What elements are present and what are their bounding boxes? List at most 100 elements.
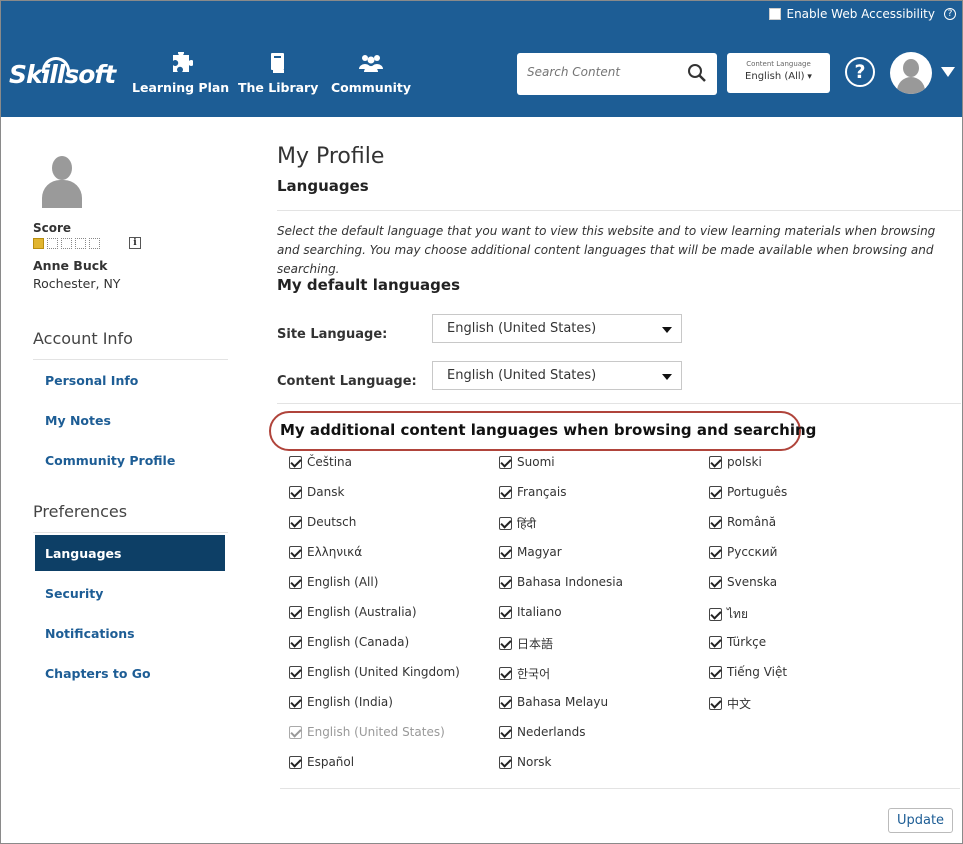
language-option-label: 한국어 [517,667,551,681]
checkbox-checked-icon[interactable] [499,575,512,589]
user-avatar[interactable] [890,52,932,94]
search-input[interactable] [527,65,677,79]
book-icon [238,52,318,74]
account-info-heading: Account Info [33,329,133,348]
language-option[interactable]: Português [709,485,787,499]
language-option[interactable]: polski [709,455,762,469]
checkbox-checked-icon[interactable] [289,455,302,469]
checkbox-checked-icon[interactable] [289,755,302,769]
language-option[interactable]: 中文 [709,695,751,712]
checkbox-checked-icon[interactable] [289,575,302,589]
language-option[interactable]: Dansk [289,485,344,499]
language-option[interactable]: Italiano [499,605,562,619]
language-option[interactable]: English (Australia) [289,605,417,619]
language-option: English (United States) [289,725,445,739]
checkbox-checked-icon[interactable] [499,637,512,650]
user-menu-caret-icon[interactable] [941,67,955,77]
language-option-label: Norsk [517,755,552,769]
checkbox-checked-icon[interactable] [289,635,302,649]
language-option[interactable]: Magyar [499,545,562,559]
accessibility-checkbox[interactable] [769,8,782,20]
checkbox-checked-icon[interactable] [289,605,302,619]
score-box [89,238,100,249]
sidebar-item-notifications[interactable]: Notifications [45,626,135,641]
skillsoft-logo[interactable]: Skillsoft [9,60,116,89]
language-option[interactable]: Ελληνικά [289,545,362,559]
language-option[interactable]: Deutsch [289,515,356,529]
content-language-select[interactable]: English (United States) [432,361,682,390]
language-option[interactable]: 한국어 [499,665,550,682]
accessibility-toggle[interactable]: Enable Web Accessibility ? [769,7,956,21]
language-option[interactable]: English (All) [289,575,378,589]
language-option-label: Nederlands [517,725,586,739]
search-icon[interactable] [687,63,707,83]
language-option[interactable]: Norsk [499,755,551,769]
language-option[interactable]: Română [709,515,776,529]
language-option[interactable]: Bahasa Melayu [499,695,608,709]
language-option-label: Bahasa Melayu [517,695,609,709]
search-box[interactable] [517,53,717,95]
language-option-label: English (United Kingdom) [307,665,460,679]
content-language-dropdown[interactable]: Content Language English (All) [727,53,830,93]
checkbox-checked-icon[interactable] [499,695,512,709]
checkbox-checked-icon[interactable] [289,695,302,709]
checkbox-checked-icon[interactable] [709,608,722,621]
language-option[interactable]: English (United Kingdom) [289,665,460,679]
site-language-select[interactable]: English (United States) [432,314,682,343]
section-title: Languages [277,177,369,195]
language-option[interactable]: English (India) [289,695,393,709]
language-option[interactable]: English (Canada) [289,635,409,649]
accessibility-help-icon[interactable]: ? [944,8,956,20]
puzzle-icon [132,49,229,74]
nav-the-library[interactable]: The Library [238,52,318,95]
help-icon[interactable]: ? [845,57,875,87]
language-option[interactable]: Русский [709,545,777,559]
sidebar-item-my-notes[interactable]: My Notes [45,413,111,428]
checkbox-checked-icon[interactable] [499,545,512,559]
nav-learning-plan[interactable]: Learning Plan [132,49,229,95]
language-option[interactable]: Svenska [709,575,777,589]
checkbox-checked-icon[interactable] [709,575,722,589]
language-option[interactable]: 日本語 [499,635,553,652]
checkbox-checked-icon[interactable] [709,697,722,710]
language-option[interactable]: ไทย [709,605,748,624]
language-option-label: English (All) [307,575,379,589]
checkbox-checked-icon[interactable] [499,605,512,619]
language-option-label: English (Australia) [307,605,417,619]
checkbox-checked-icon[interactable] [709,545,722,559]
checkbox-checked-icon[interactable] [289,665,302,679]
nav-community-label: Community [331,80,412,95]
checkbox-checked-icon[interactable] [499,455,512,469]
sidebar-item-security[interactable]: Security [45,586,103,601]
language-option[interactable]: Suomi [499,455,555,469]
language-option[interactable]: Français [499,485,566,499]
checkbox-checked-icon[interactable] [289,515,302,529]
site-language-label: Site Language: [277,327,388,342]
checkbox-checked-icon[interactable] [709,665,722,679]
language-option[interactable]: Español [289,755,354,769]
checkbox-checked-icon[interactable] [499,725,512,739]
nav-community[interactable]: Community [331,52,411,95]
info-icon[interactable]: i [129,237,141,249]
checkbox-checked-icon[interactable] [499,517,512,530]
sidebar-item-personal-info[interactable]: Personal Info [45,373,138,388]
checkbox-checked-icon[interactable] [709,485,722,499]
checkbox-checked-icon[interactable] [709,455,722,469]
sidebar-item-community-profile[interactable]: Community Profile [45,453,175,468]
checkbox-checked-icon[interactable] [499,755,512,769]
checkbox-checked-icon[interactable] [289,545,302,559]
language-option[interactable]: हिंदी [499,515,536,532]
checkbox-checked-icon[interactable] [289,485,302,499]
language-option[interactable]: Nederlands [499,725,585,739]
language-option[interactable]: Türkçe [709,635,766,649]
language-option[interactable]: Čeština [289,455,352,469]
checkbox-checked-icon[interactable] [709,515,722,529]
sidebar-item-languages[interactable]: Languages [35,535,225,571]
sidebar-item-chapters-to-go[interactable]: Chapters to Go [45,666,151,681]
checkbox-checked-icon[interactable] [709,635,722,649]
checkbox-checked-icon[interactable] [499,485,512,499]
language-option[interactable]: Tiếng Việt [709,665,787,679]
language-option[interactable]: Bahasa Indonesia [499,575,623,589]
checkbox-checked-icon[interactable] [499,667,512,680]
update-button[interactable]: Update [888,808,953,833]
